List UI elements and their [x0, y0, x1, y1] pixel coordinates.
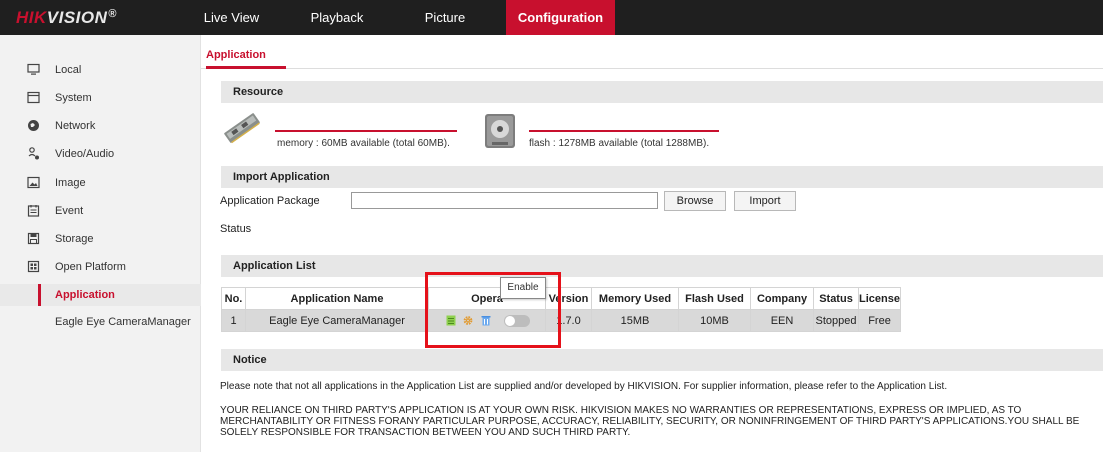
top-navigation-bar: HIKVISION® Live View Playback Picture Co…	[0, 0, 1103, 35]
nav-playback[interactable]: Playback	[306, 0, 368, 35]
cell-memory-used: 15MB	[591, 309, 679, 332]
event-icon	[27, 205, 40, 217]
open-platform-icon	[27, 260, 40, 273]
sidebar-item-local[interactable]: Local	[0, 59, 201, 81]
storage-icon	[27, 232, 40, 245]
monitor-icon	[27, 63, 40, 75]
cell-application-name: Eagle Eye CameraManager	[245, 309, 429, 332]
notice-paragraph-1: Please note that not all applications in…	[220, 381, 948, 392]
sidebar-item-system[interactable]: System	[0, 87, 201, 109]
import-button[interactable]: Import	[734, 191, 796, 211]
tab-divider	[201, 68, 1103, 69]
browse-button[interactable]: Browse	[664, 191, 726, 211]
sidebar-item-label: Application	[55, 289, 115, 301]
application-list-table: No. Application Name Opera Version Memor…	[221, 287, 901, 332]
notice-paragraph-2: YOUR RELIANCE ON THIRD PARTY'S APPLICATI…	[220, 405, 1080, 438]
column-header-license: License	[858, 287, 901, 310]
sidebar-item-label: Network	[55, 120, 96, 132]
main-content: Application Resource memory : 60MB avail…	[201, 35, 1103, 452]
section-notice-header: Notice	[221, 349, 1103, 371]
sidebar-item-network[interactable]: Network	[0, 115, 201, 137]
sidebar-item-label: System	[55, 92, 92, 104]
memory-card-icon	[224, 113, 260, 144]
flash-storage-icon	[485, 114, 515, 148]
sidebar-item-label: Open Platform	[55, 261, 126, 273]
cell-status: Stopped	[813, 309, 859, 332]
sidebar: Local System Network Video/Audio Image E…	[0, 35, 201, 452]
sidebar-item-event[interactable]: Event	[0, 200, 201, 222]
cell-no: 1	[221, 309, 246, 332]
tab-application[interactable]: Application	[206, 49, 266, 61]
cell-flash-used: 10MB	[678, 309, 751, 332]
flash-usage-bar	[529, 130, 719, 132]
column-header-company: Company	[750, 287, 814, 310]
sidebar-item-label: Local	[55, 64, 82, 76]
network-icon	[28, 120, 39, 131]
sidebar-item-open-platform[interactable]: Open Platform	[0, 256, 201, 278]
system-icon	[27, 91, 40, 104]
sidebar-item-image[interactable]: Image	[0, 172, 201, 194]
video-audio-icon	[28, 147, 39, 160]
column-header-application-name: Application Name	[245, 287, 429, 310]
operation-highlight-box	[425, 272, 561, 348]
tab-active-indicator	[206, 66, 286, 69]
sidebar-item-application[interactable]: Application	[0, 284, 201, 306]
cell-license: Free	[858, 309, 901, 332]
column-header-memory-used: Memory Used	[591, 287, 679, 310]
sidebar-item-video-audio[interactable]: Video/Audio	[0, 143, 201, 165]
flash-status: flash : 1278MB available (total 1288MB).	[529, 138, 710, 149]
column-header-status: Status	[813, 287, 859, 310]
sidebar-item-label: Image	[55, 177, 86, 189]
column-header-flash-used: Flash Used	[678, 287, 751, 310]
image-icon	[27, 176, 40, 189]
sidebar-item-eagle-eye-cameramanager[interactable]: Eagle Eye CameraManager	[0, 311, 201, 333]
sidebar-item-label: Eagle Eye CameraManager	[55, 316, 191, 328]
status-label: Status	[220, 223, 252, 235]
memory-usage-bar	[275, 130, 457, 132]
table-header-row: No. Application Name Opera Version Memor…	[221, 287, 901, 310]
section-resource-header: Resource	[221, 81, 1103, 103]
section-application-list-header: Application List	[221, 255, 1103, 277]
nav-live-view[interactable]: Live View	[198, 0, 265, 35]
table-row[interactable]: 1 Eagle Eye CameraManager 1.7.0 15MB 10M…	[221, 309, 901, 332]
cell-company: EEN	[750, 309, 814, 332]
sidebar-item-label: Video/Audio	[55, 148, 115, 160]
memory-status: memory : 60MB available (total 60MB).	[277, 138, 450, 149]
sidebar-item-storage[interactable]: Storage	[0, 228, 201, 250]
hikvision-logo: HIKVISION®	[16, 8, 118, 27]
column-header-no: No.	[221, 287, 246, 310]
sidebar-item-label: Event	[55, 205, 84, 217]
sidebar-item-label: Storage	[55, 233, 94, 245]
application-package-input[interactable]	[351, 192, 658, 209]
section-import-header: Import Application	[221, 166, 1103, 188]
application-package-label: Application Package	[220, 195, 320, 207]
nav-configuration[interactable]: Configuration	[506, 0, 615, 35]
nav-picture[interactable]: Picture	[412, 0, 478, 35]
